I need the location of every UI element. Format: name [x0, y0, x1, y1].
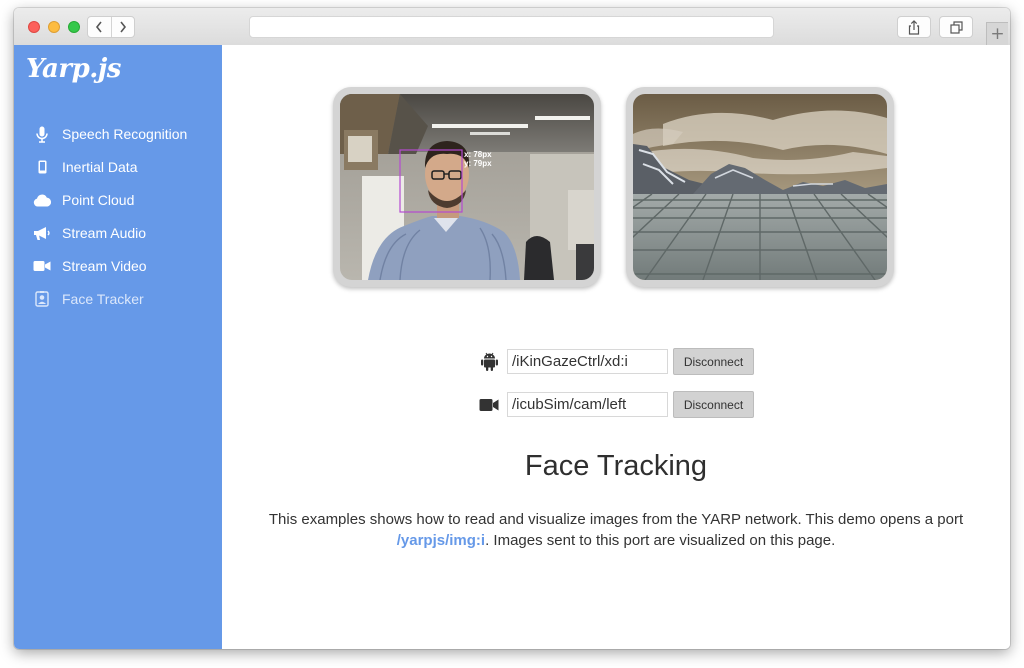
chevron-left-icon [96, 21, 102, 33]
main-content: x: 78px y: 79px /iKinGazeCtrl/xd:i Disco… [222, 45, 1010, 649]
share-icon [908, 19, 920, 35]
microphone-icon [32, 125, 52, 143]
sidebar-item-label: Stream Video [62, 258, 147, 274]
mobile-phone-icon [32, 158, 52, 176]
sidebar-item-stream-video[interactable]: Stream Video [32, 254, 147, 278]
user-badge-icon [32, 290, 52, 308]
sidebar-item-label: Point Cloud [62, 192, 135, 208]
gaze-port-input[interactable] [507, 349, 668, 374]
disconnect-gaze-button[interactable]: Disconnect [673, 348, 754, 375]
sidebar-item-speech-recognition[interactable]: Speech Recognition [32, 122, 187, 146]
simulator-frame [626, 87, 894, 287]
new-tab-button[interactable]: + [986, 22, 1008, 45]
sidebar-item-label: Face Tracker [62, 291, 144, 307]
sidebar-item-face-tracker[interactable]: Face Tracker [32, 287, 144, 311]
page-title: Face Tracking [524, 450, 708, 482]
sidebar-item-label: Speech Recognition [62, 126, 188, 142]
close-window-button[interactable] [28, 21, 40, 33]
tabs-icon [949, 20, 963, 34]
camera-port-input[interactable] [507, 392, 668, 417]
video-camera-icon [32, 257, 52, 275]
share-button[interactable] [897, 16, 931, 38]
title-bar: + [14, 8, 1010, 46]
cloud-icon [32, 191, 52, 209]
port-link[interactable]: /yarpjs/img:i [397, 532, 485, 549]
description-text: This examples shows how to read and visu… [268, 511, 964, 528]
show-tabs-button[interactable] [939, 16, 973, 38]
megaphone-icon [32, 224, 52, 242]
back-button[interactable] [88, 17, 111, 37]
sidebar-item-stream-audio[interactable]: Stream Audio [32, 221, 146, 245]
address-bar[interactable] [249, 16, 774, 38]
description-text-end: . Images sent to this port are visualize… [485, 532, 836, 549]
face-x-label: x: 78px [464, 150, 492, 159]
disconnect-camera-button[interactable]: Disconnect [673, 391, 754, 418]
browser-window: + Yarp.js Speech Recognition Inertial Da… [14, 8, 1010, 649]
sidebar: Yarp.js Speech Recognition Inertial Data… [14, 45, 222, 649]
forward-button[interactable] [110, 17, 135, 37]
maximize-window-button[interactable] [68, 21, 80, 33]
minimize-window-button[interactable] [48, 21, 60, 33]
sidebar-item-point-cloud[interactable]: Point Cloud [32, 188, 134, 212]
sidebar-item-label: Inertial Data [62, 159, 138, 175]
simulator-image [633, 94, 887, 280]
video-camera-icon [478, 398, 500, 412]
android-icon [478, 352, 500, 371]
app-logo[interactable]: Yarp.js [26, 54, 121, 84]
chevron-right-icon [120, 21, 126, 33]
camera-port-row: Disconnect [478, 391, 754, 418]
description: This examples shows how to read and visu… [262, 509, 970, 551]
webcam-frame: x: 78px y: 79px [333, 87, 601, 287]
webcam-image: x: 78px y: 79px [340, 94, 594, 280]
face-y-label: y: 79px [464, 159, 492, 168]
gaze-port-row: Disconnect [478, 348, 754, 375]
plus-icon: + [990, 24, 1005, 44]
history-nav [87, 16, 135, 38]
sidebar-item-inertial-data[interactable]: Inertial Data [32, 155, 137, 179]
sidebar-item-label: Stream Audio [62, 225, 147, 241]
